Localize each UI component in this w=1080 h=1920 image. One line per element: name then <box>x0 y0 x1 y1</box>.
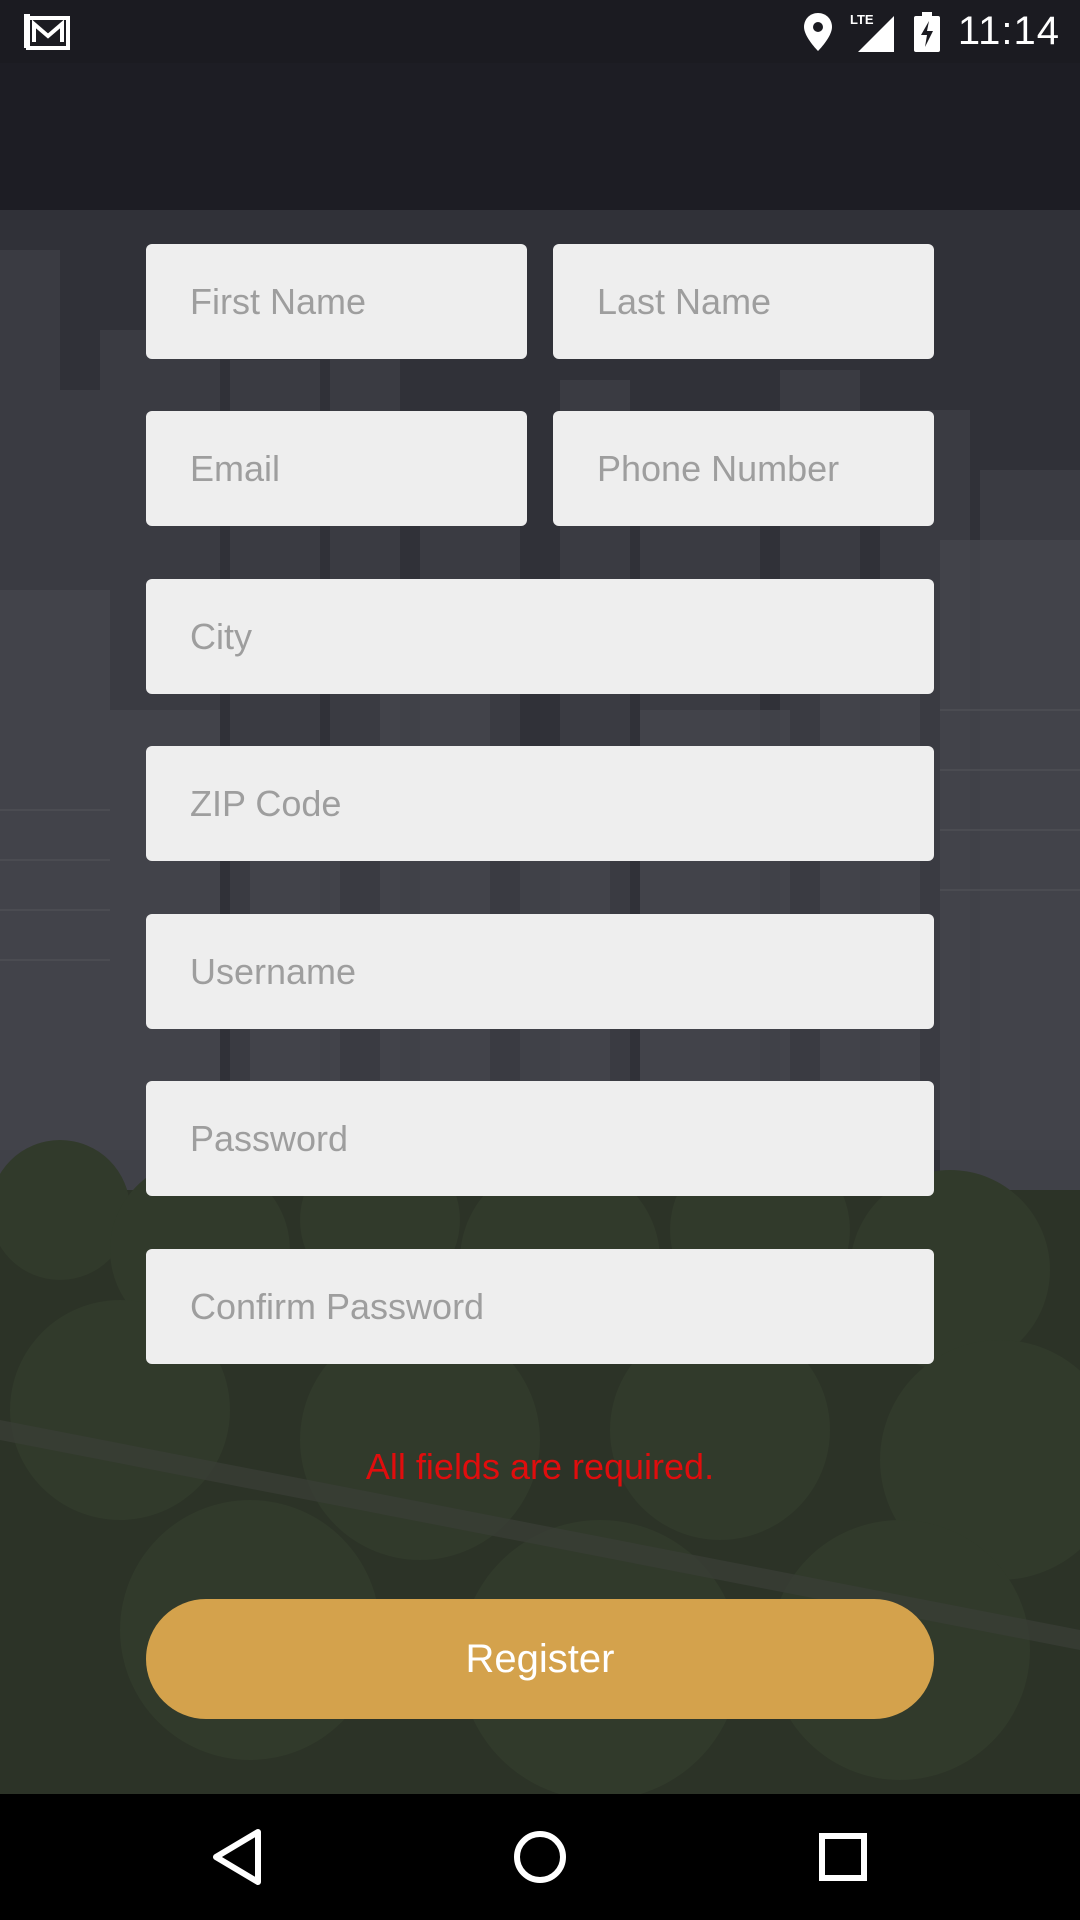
gmail-icon <box>24 14 70 50</box>
app-bar <box>0 63 1080 210</box>
network-label: LTE <box>850 12 874 27</box>
phone-input[interactable] <box>595 446 934 491</box>
city-field[interactable] <box>146 579 934 694</box>
last-name-input[interactable] <box>595 279 934 324</box>
location-icon <box>803 12 832 51</box>
recents-icon[interactable] <box>810 1824 876 1890</box>
confirm-password-field[interactable] <box>146 1249 934 1364</box>
error-message: All fields are required. <box>365 1446 715 1487</box>
status-bar: LTE 11:14 <box>0 0 1080 63</box>
password-field[interactable] <box>146 1081 934 1196</box>
email-input[interactable] <box>188 446 527 491</box>
username-field[interactable] <box>146 914 934 1029</box>
signal-icon: LTE <box>850 12 894 52</box>
username-input[interactable] <box>188 949 934 994</box>
first-name-field[interactable] <box>146 244 527 359</box>
home-icon[interactable] <box>507 1824 573 1890</box>
last-name-field[interactable] <box>553 244 934 359</box>
email-field[interactable] <box>146 411 527 526</box>
zip-input[interactable] <box>188 781 934 826</box>
phone-field[interactable] <box>553 411 934 526</box>
status-time: 11:14 <box>957 9 1060 53</box>
city-input[interactable] <box>188 614 934 659</box>
zip-field[interactable] <box>146 746 934 861</box>
first-name-input[interactable] <box>188 279 527 324</box>
navigation-bar <box>0 1794 1080 1920</box>
back-icon[interactable] <box>204 1824 270 1890</box>
password-input[interactable] <box>188 1116 934 1161</box>
register-button[interactable]: Register <box>146 1599 934 1719</box>
battery-charging-icon <box>913 11 940 52</box>
confirm-password-input[interactable] <box>188 1284 934 1329</box>
